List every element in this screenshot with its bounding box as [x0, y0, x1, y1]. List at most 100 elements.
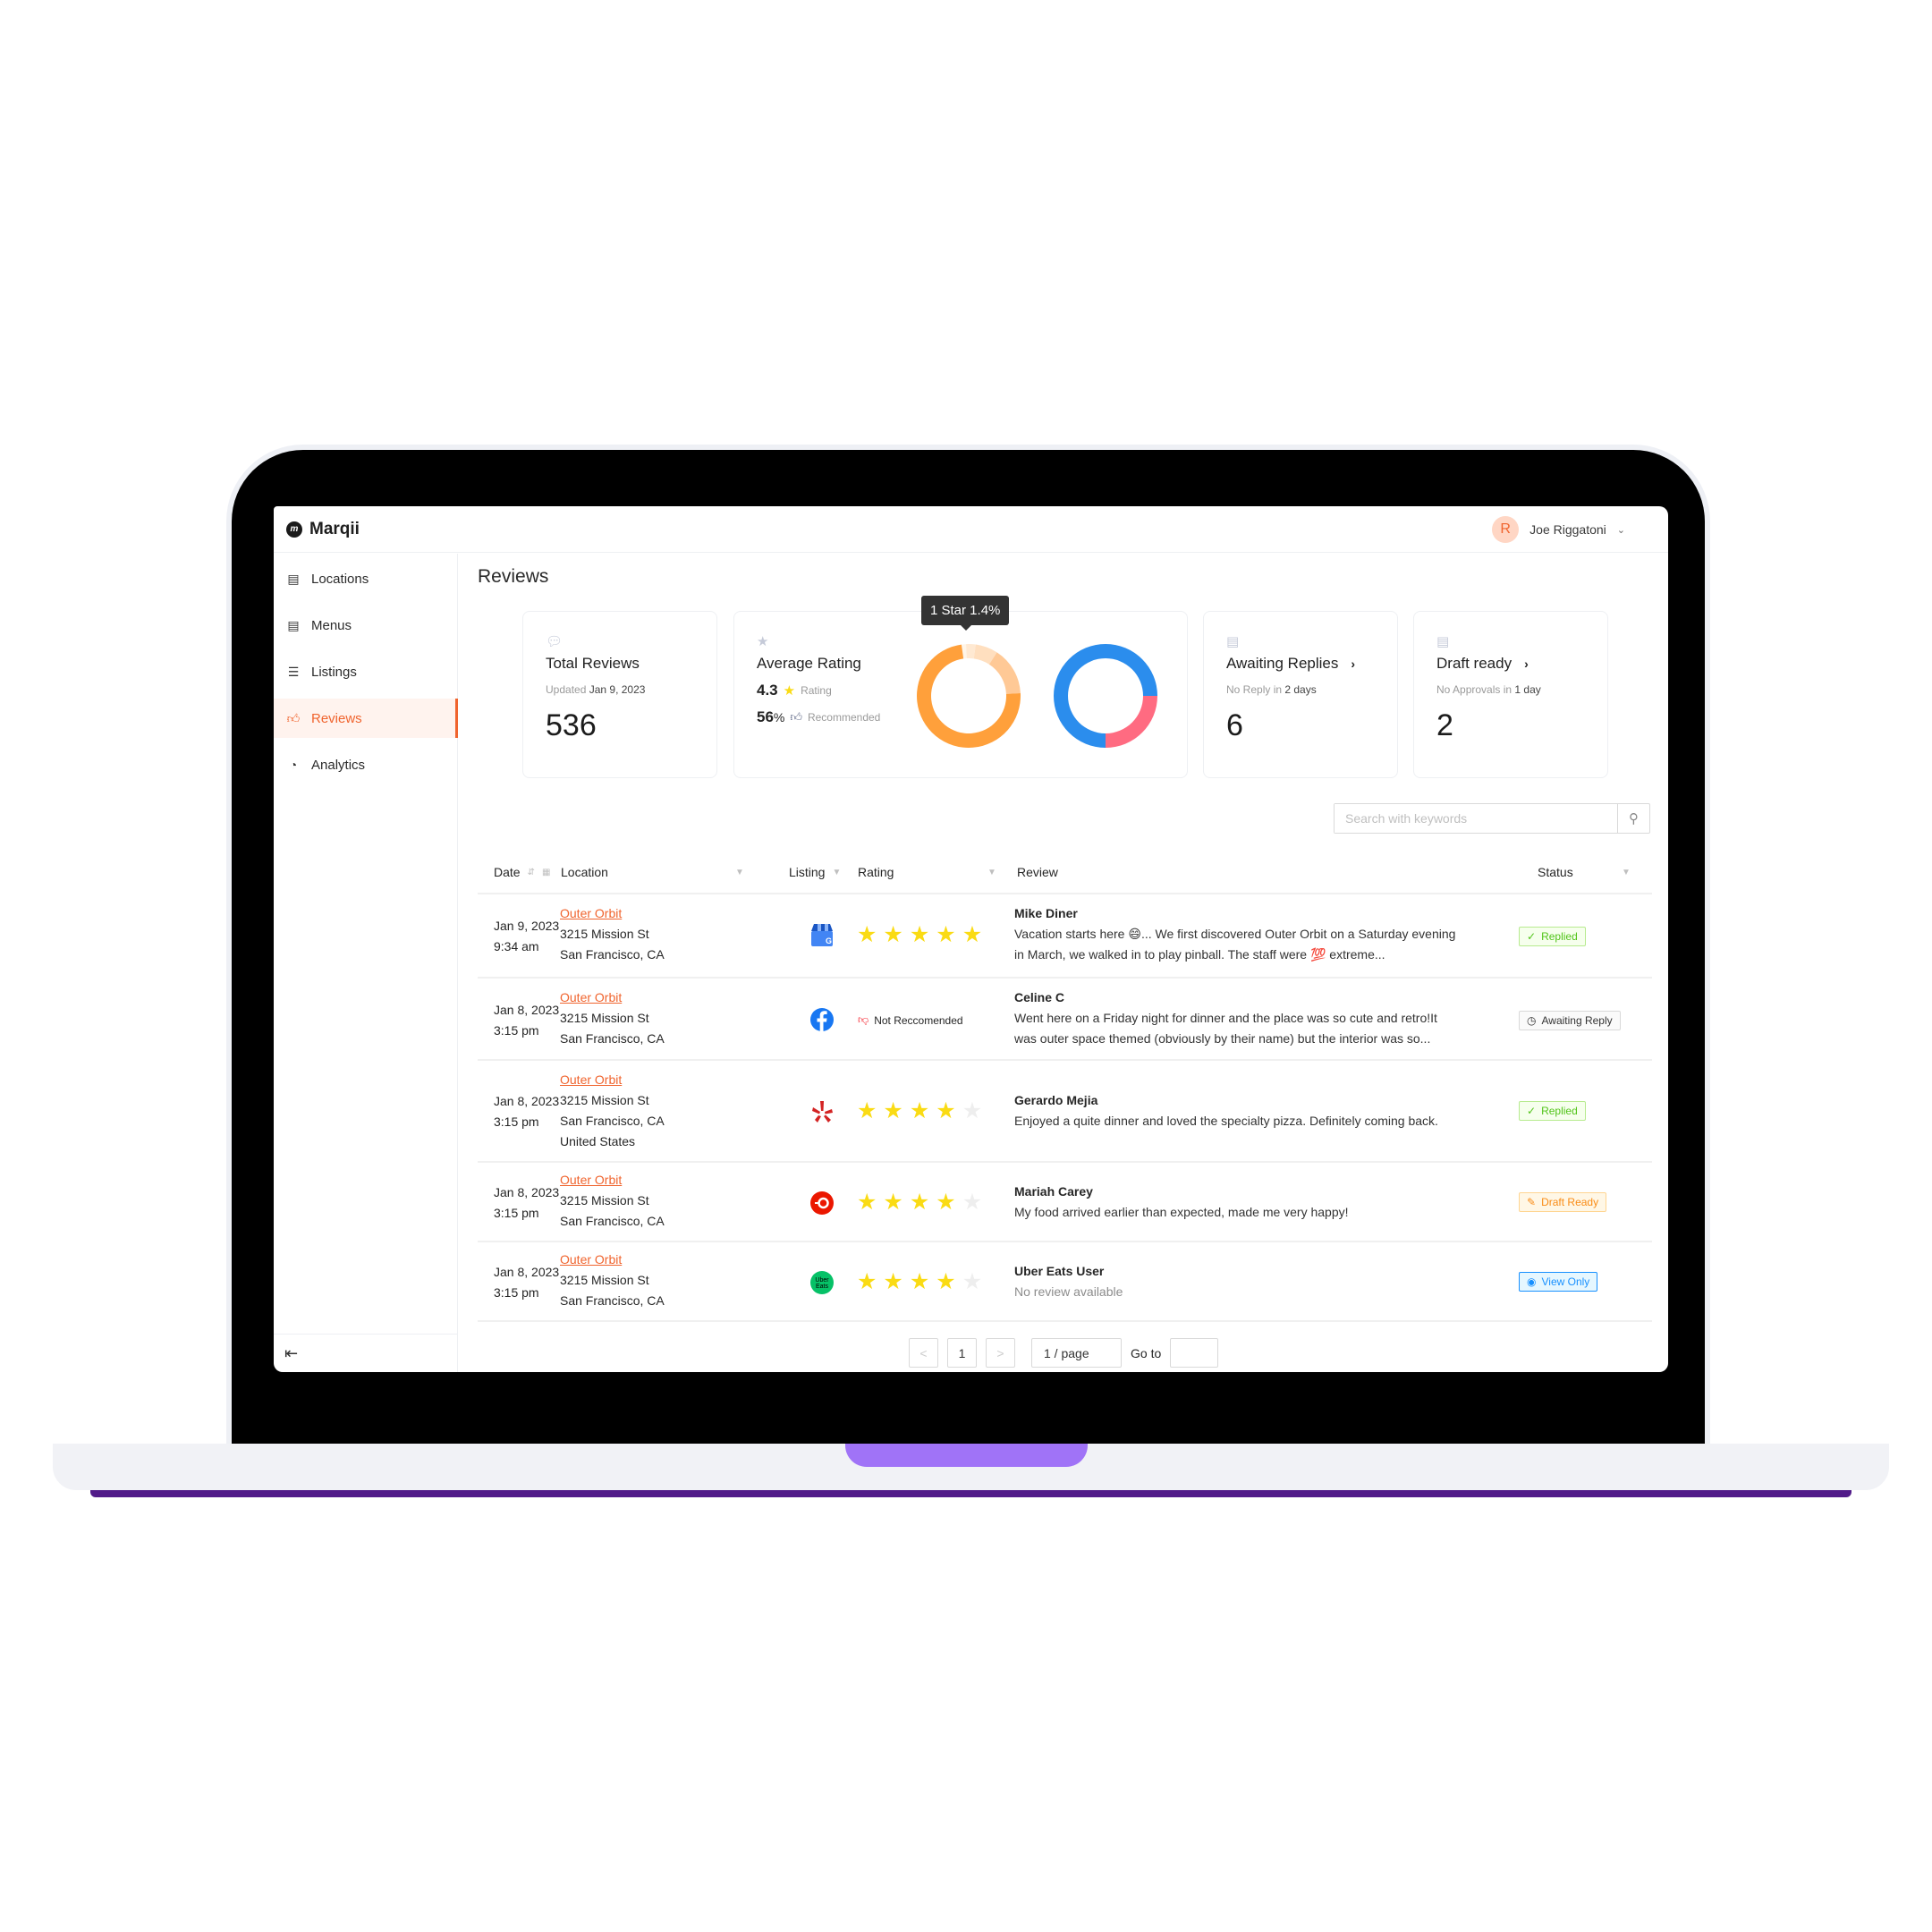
- donut-slice-4-star[interactable]: [988, 652, 1021, 694]
- column-label: Review: [1017, 865, 1058, 879]
- reviewer-name: Gerardo Mejia: [1014, 1093, 1098, 1107]
- filter-icon[interactable]: ▼: [735, 868, 744, 877]
- draft-ready-card[interactable]: ▤ Draft ready › No Approvals in 1 day 2: [1413, 611, 1608, 778]
- address-line: 3215 Mission St: [560, 1273, 649, 1287]
- table-row[interactable]: Jan 8, 2023 3:15 pm Outer Orbit 3215 Miss…: [478, 1061, 1652, 1163]
- card-title-text: Awaiting Replies: [1226, 655, 1339, 672]
- brand-name: Marqii: [309, 519, 360, 538]
- star-filled-icon: ★: [883, 1190, 903, 1215]
- column-label: Date: [494, 865, 521, 879]
- card-title-text: Draft ready: [1436, 655, 1513, 672]
- star-filled-icon: ★: [909, 1098, 930, 1123]
- status-label: Awaiting Reply: [1541, 1014, 1613, 1027]
- table-header: Date ⇵ ▦ Location ▼ Listing ▼ Rating ▼ R…: [478, 850, 1652, 894]
- awaiting-replies-card[interactable]: ▤ Awaiting Replies › No Reply in 2 days 6: [1203, 611, 1398, 778]
- location-link[interactable]: Outer Orbit: [560, 1173, 622, 1187]
- sidebar-item-listings[interactable]: ☰ Listings: [274, 652, 458, 691]
- status-badge[interactable]: ◉ View Only: [1519, 1272, 1598, 1292]
- column-date[interactable]: Date ⇵ ▦: [494, 865, 550, 879]
- status-badge[interactable]: ✎ Draft Ready: [1519, 1192, 1607, 1212]
- sidebar-collapse-button[interactable]: ⇤: [274, 1334, 457, 1372]
- review-content[interactable]: Celine C Went here on a Friday night for…: [1014, 987, 1515, 1049]
- recommended-unit: %: [773, 710, 785, 724]
- chevron-left-icon: <: [919, 1345, 928, 1360]
- column-review: Review: [1017, 865, 1058, 879]
- sidebar-item-reviews[interactable]: 👍︎ Reviews: [274, 699, 458, 738]
- chart-tooltip: 1 Star 1.4%: [921, 596, 1010, 631]
- brand-logo[interactable]: m Marqii: [286, 520, 360, 539]
- user-name: Joe Riggatoni: [1530, 522, 1606, 537]
- recommendation-donut[interactable]: [1045, 635, 1166, 757]
- calendar-icon[interactable]: ▦: [542, 868, 550, 877]
- star-rating: ★ ★ ★ ★ ★: [857, 1189, 982, 1216]
- svg-text:Uber: Uber: [815, 1277, 829, 1284]
- goto-page-input[interactable]: [1170, 1338, 1219, 1368]
- prev-page-button[interactable]: <: [909, 1338, 938, 1368]
- card-title: Draft ready ›: [1436, 655, 1529, 673]
- laptop-notch: [845, 1444, 1088, 1467]
- date-text: Jan 8, 2023: [494, 1094, 560, 1108]
- table-row[interactable]: Jan 8, 2023 3:15 pm Outer Orbit 3215 Miss…: [478, 1242, 1652, 1322]
- user-menu[interactable]: R Joe Riggatoni ⌄: [1492, 516, 1625, 543]
- star-rating: ★ ★ ★ ★ ★: [857, 1268, 982, 1295]
- review-text: No review available: [1014, 1284, 1123, 1299]
- app-screen: m Marqii R Joe Riggatoni ⌄ ▤ Locations ▤…: [274, 506, 1668, 1372]
- clock-icon: ◷: [1527, 1014, 1537, 1027]
- sidebar-item-menus[interactable]: ▤ Menus: [274, 606, 458, 645]
- filter-icon[interactable]: ▼: [832, 868, 841, 877]
- page-size-select[interactable]: 1 / page: [1031, 1338, 1122, 1368]
- review-content[interactable]: Uber Eats User No review available: [1014, 1261, 1515, 1302]
- uber-eats-icon: Uber Eats: [810, 1271, 834, 1294]
- search-box: ⚲: [1334, 803, 1650, 834]
- address-line: 3215 Mission St: [560, 1193, 649, 1208]
- sidebar-item-locations[interactable]: ▤ Locations: [274, 559, 458, 598]
- location-link[interactable]: Outer Orbit: [560, 1072, 622, 1087]
- location-link[interactable]: Outer Orbit: [560, 1252, 622, 1267]
- review-location: Outer Orbit 3215 Mission St San Francisc…: [560, 1070, 665, 1152]
- table-row[interactable]: Jan 8, 2023 3:15 pm Outer Orbit 3215 Miss…: [478, 979, 1652, 1061]
- location-link[interactable]: Outer Orbit: [560, 906, 622, 920]
- donut-slice-not-recommended[interactable]: [1106, 696, 1157, 748]
- chevron-right-icon: ›: [1524, 657, 1529, 671]
- table-row[interactable]: Jan 9, 2023 9:34 am Outer Orbit 3215 Miss…: [478, 894, 1652, 979]
- no-reply-label: No Reply in: [1226, 683, 1283, 696]
- column-status: Status: [1538, 865, 1573, 879]
- address-line: 3215 Mission St: [560, 927, 649, 941]
- review-content[interactable]: Mike Diner Vacation starts here 😄... We …: [1014, 903, 1515, 965]
- updated-label: Updated: [546, 683, 587, 696]
- status-badge[interactable]: ◷ Awaiting Reply: [1519, 1011, 1621, 1030]
- status-badge[interactable]: ✓ Replied: [1519, 927, 1586, 946]
- doordash-icon: [810, 1191, 834, 1215]
- filter-icon[interactable]: ▼: [987, 868, 996, 877]
- review-date: Jan 8, 2023 3:15 pm: [494, 1000, 559, 1041]
- collapse-menu-icon: ⇤: [284, 1343, 299, 1362]
- search-button[interactable]: ⚲: [1617, 804, 1649, 833]
- filter-icon[interactable]: ▼: [1622, 868, 1631, 877]
- page-1-button[interactable]: 1: [947, 1338, 977, 1368]
- review-content[interactable]: Mariah Carey My food arrived earlier tha…: [1014, 1182, 1515, 1223]
- review-content[interactable]: Gerardo Mejia Enjoyed a quite dinner and…: [1014, 1090, 1515, 1131]
- star-distribution-donut[interactable]: [908, 635, 1030, 757]
- address-line: San Francisco, CA: [560, 1214, 665, 1228]
- reviews-table: Date ⇵ ▦ Location ▼ Listing ▼ Rating ▼ R…: [478, 850, 1652, 1322]
- date-text: Jan 8, 2023: [494, 1003, 560, 1017]
- next-page-button[interactable]: >: [986, 1338, 1015, 1368]
- thumbs-up-icon: 👍︎: [790, 710, 802, 724]
- review-location: Outer Orbit 3215 Mission St San Francisc…: [560, 1250, 665, 1311]
- review-date: Jan 8, 2023 3:15 pm: [494, 1262, 559, 1303]
- table-row[interactable]: Jan 8, 2023 3:15 pm Outer Orbit 3215 Miss…: [478, 1163, 1652, 1242]
- star-icon: ★: [757, 634, 769, 649]
- sidebar-item-analytics[interactable]: ◔ Analytics: [274, 745, 458, 784]
- not-recommended-rating: 👎︎ Not Reccomended: [858, 1013, 963, 1027]
- status-badge[interactable]: ✓ Replied: [1519, 1101, 1586, 1121]
- star-empty-icon: ★: [962, 1098, 983, 1123]
- list-icon: ☰: [287, 664, 300, 679]
- date-text: Jan 9, 2023: [494, 919, 560, 933]
- card-title: Total Reviews: [546, 655, 640, 672]
- column-label: Location: [561, 865, 608, 879]
- location-link[interactable]: Outer Orbit: [560, 990, 622, 1004]
- chevron-right-icon: >: [996, 1345, 1004, 1360]
- sort-icon[interactable]: ⇵: [528, 868, 535, 877]
- thumbs-down-icon: 👎︎: [858, 1013, 869, 1026]
- search-input[interactable]: [1335, 804, 1617, 833]
